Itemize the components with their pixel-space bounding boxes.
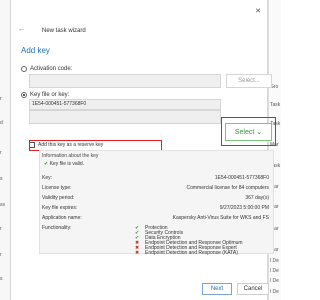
check-icon: ✔ xyxy=(44,161,49,167)
reserve-key-label: Add this key as a reserve key xyxy=(38,142,104,148)
cancel-button[interactable]: Cancel xyxy=(237,283,269,295)
left-item: r xyxy=(0,96,2,102)
left-item: r xyxy=(0,252,2,258)
wizard-title: New task wizard xyxy=(42,28,86,34)
reserve-key-checkbox[interactable] xyxy=(29,142,35,148)
chevron-down-icon: ⌄ xyxy=(256,129,263,136)
key-file-label: Key file or key: xyxy=(30,92,70,98)
left-item: s xyxy=(0,276,3,282)
validity-label: Validity period: xyxy=(42,195,75,201)
page-title: Add key xyxy=(21,46,50,55)
back-arrow-icon[interactable]: ← xyxy=(18,26,25,33)
key-value: 1E54-000451-577368F0 xyxy=(214,175,269,181)
info-header: Information about the key xyxy=(42,153,99,159)
next-button[interactable]: Next xyxy=(202,283,232,295)
key-file-radio[interactable] xyxy=(21,92,27,98)
expires-value: 9/27/2023 5:00:00 PM xyxy=(219,205,269,211)
left-item: r xyxy=(0,226,2,232)
left-item: r xyxy=(0,150,2,156)
expires-label: Key file expires: xyxy=(42,205,78,211)
left-item: ss xyxy=(0,202,5,208)
license-type-value: Commercial license for 84 computers xyxy=(186,185,269,191)
key-file-input[interactable]: 1E54-000451-577368F0 xyxy=(29,99,221,110)
validity-value: 367 day(s) xyxy=(245,195,269,201)
left-item: s xyxy=(0,176,3,182)
right-item[interactable]: l De xyxy=(270,278,279,284)
right-item[interactable]: l De xyxy=(270,258,279,264)
task-wizard-dialog: ✕ ← New task wizard Add key Activation c… xyxy=(10,0,276,300)
cross-icon: ✖ xyxy=(135,250,140,256)
activation-code-input[interactable] xyxy=(29,74,221,88)
key-file-input-area xyxy=(29,110,221,124)
close-icon[interactable]: ✕ xyxy=(255,7,261,15)
right-item[interactable]: Task xyxy=(270,102,280,108)
license-type-label: License type: xyxy=(42,185,72,191)
activation-code-radio[interactable] xyxy=(21,66,27,72)
select-key-button[interactable]: Select ⌄ xyxy=(225,123,272,141)
application-value: Kaspersky Anti-Virus Suite for WKS and F… xyxy=(172,215,269,221)
left-item: d xyxy=(0,120,3,126)
functionality-label: Functionality: xyxy=(42,225,72,231)
right-item[interactable]: l De xyxy=(270,268,279,274)
key-info-panel: Information about the key ✔ Key file is … xyxy=(39,150,274,256)
right-item[interactable]: Mar xyxy=(270,142,279,148)
application-label: Application name: xyxy=(42,215,82,221)
background-left-panel: r d r s ss r r s xyxy=(0,0,10,300)
activation-code-label: Activation code: xyxy=(30,66,73,72)
select-activation-button[interactable]: Select... xyxy=(226,74,272,88)
right-item[interactable]: l De xyxy=(270,289,279,295)
key-label: Key: xyxy=(42,175,53,181)
functionality-item: ✖ Endpoint Detection and Response (KATA) xyxy=(135,250,238,256)
valid-status: ✔ Key file is valid. xyxy=(44,161,85,167)
